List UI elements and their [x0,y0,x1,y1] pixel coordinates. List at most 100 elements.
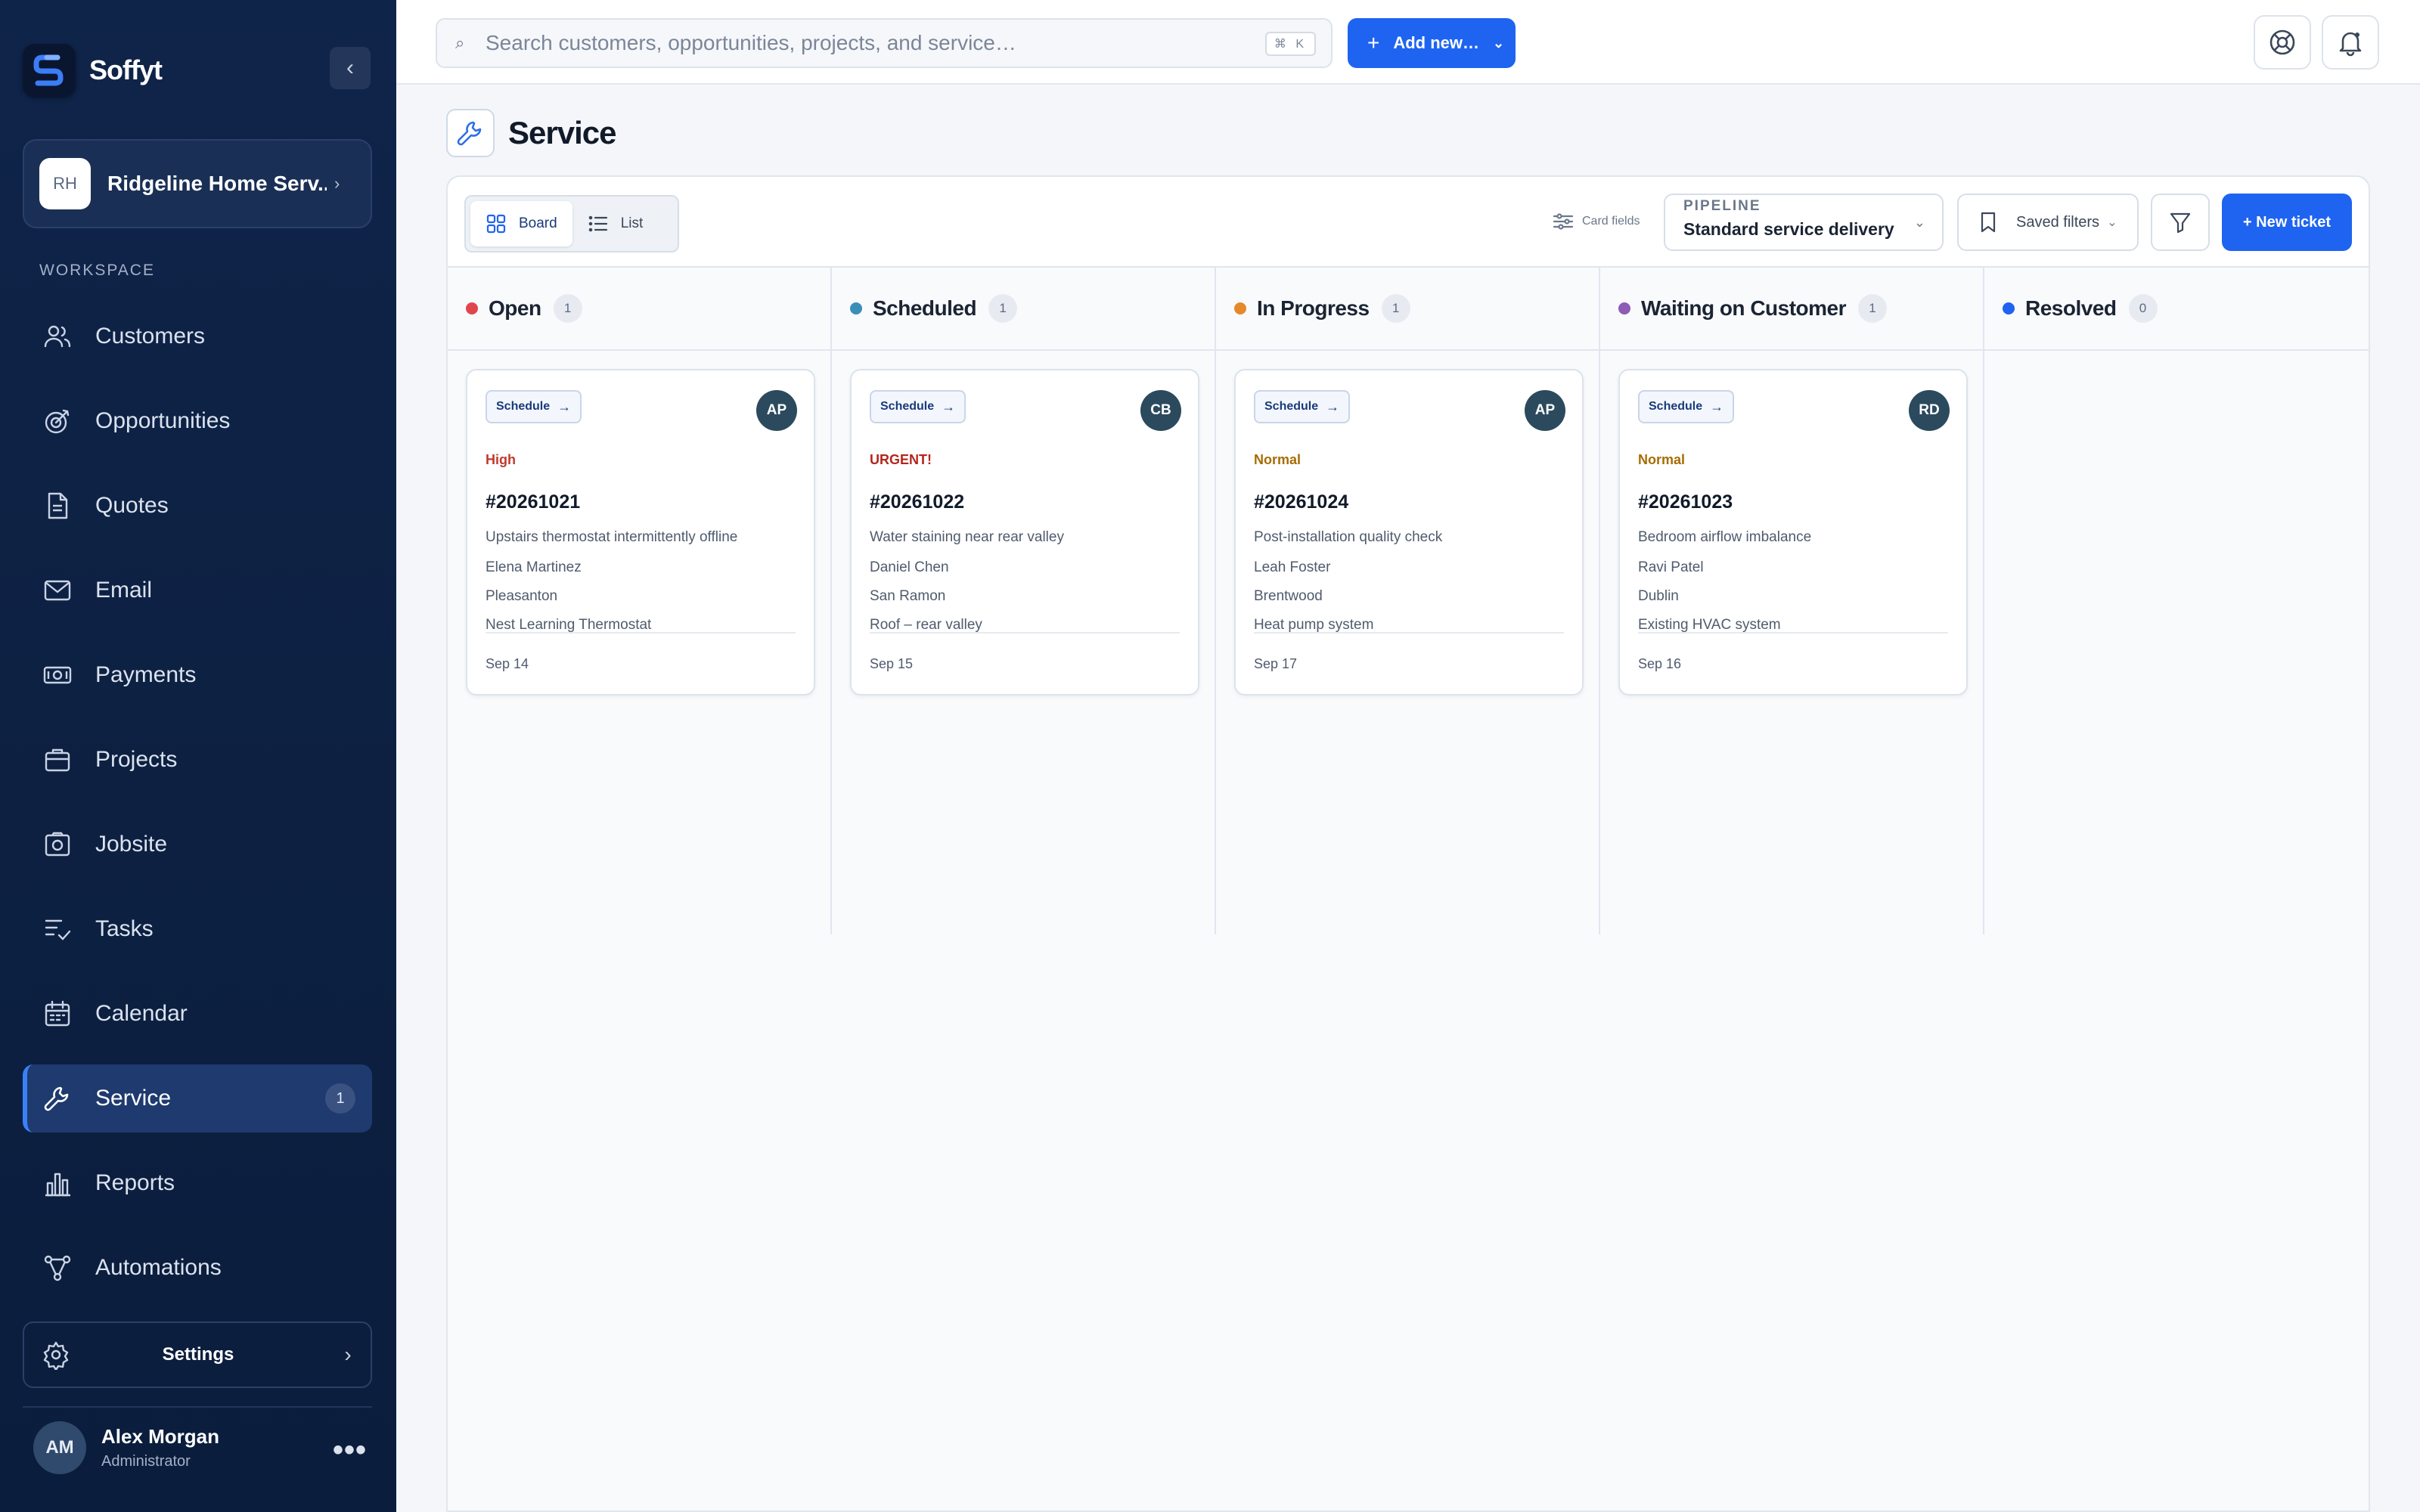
soffyt-logo-icon [23,44,76,97]
ticket-date: Sep 17 [1254,656,1298,671]
status-dot [850,302,862,314]
column-count: 1 [1381,294,1410,323]
avatar[interactable]: CB [1140,390,1181,431]
list-icon [588,215,607,232]
ticket-card[interactable]: Schedule → RD Normal #20261023 Bedroom ai… [1618,369,1968,696]
ticket-asset: Roof – rear valley [870,617,982,633]
schedule-label: Schedule [1264,400,1319,413]
org-switcher[interactable]: RH Ridgeline Home Serv... › [23,139,372,228]
app-name: Soffyt [89,54,163,85]
ticket-date: Sep 16 [1638,656,1682,671]
plus-icon: + [1367,31,1380,54]
user-profile[interactable]: AM Alex Morgan Administrator [33,1421,219,1474]
org-avatar: RH [39,158,91,209]
sidebar-item-opportunities[interactable]: Opportunities [23,387,372,455]
status-dot [1618,302,1630,314]
avatar[interactable]: AP [1525,390,1565,431]
ticket-city: San Ramon [870,588,946,604]
schedule-button[interactable]: Schedule → [1254,390,1351,423]
list-view-label: List [620,215,644,231]
ticket-summary: Upstairs thermostat intermittently offli… [486,529,738,545]
ticket-card[interactable]: Schedule → AP Normal #20261024 Post-insta… [1234,369,1584,696]
sidebar-item-service[interactable]: Service 1 [23,1064,372,1132]
column-title: Resolved [2025,296,2117,320]
help-button[interactable] [2254,15,2311,70]
sidebar-item-customers[interactable]: Customers [23,302,372,370]
divider [23,1406,372,1408]
page-header: Service [446,109,616,157]
sidebar-item-projects[interactable]: Projects [23,726,372,794]
camera-icon [45,832,70,857]
schedule-button[interactable]: Schedule → [1638,390,1735,423]
column-header: Open 1 [448,268,830,351]
column-count: 1 [988,294,1018,323]
chevron-down-icon: ⌄ [2107,216,2118,229]
schedule-button[interactable]: Schedule → [870,390,966,423]
schedule-button[interactable]: Schedule → [486,390,582,423]
column-waiting-on-customer: Waiting on Customer 1 Schedule → RD Norma… [1600,268,1984,934]
board-view-label: Board [519,215,557,231]
pipeline-value: Standard service delivery [1683,219,1894,239]
filter-icon [2170,212,2191,234]
ticket-card[interactable]: Schedule → AP High #20261021 Upstairs the… [466,369,815,696]
document-icon [48,492,68,519]
column-header: In Progress 1 [1216,268,1599,351]
sidebar-item-jobsite[interactable]: Jobsite [23,810,372,878]
sidebar-item-label: Quotes [95,493,169,518]
sidebar-item-email[interactable]: Email [23,556,372,624]
settings-button[interactable]: Settings › [23,1321,372,1388]
sidebar-item-quotes[interactable]: Quotes [23,472,372,540]
sidebar-item-automations[interactable]: Automations [23,1234,372,1302]
pipeline-select[interactable]: PIPELINE Standard service delivery ⌄ [1664,194,1944,251]
ticket-summary: Bedroom airflow imbalance [1638,529,1812,545]
top-bar: ⌕ ⌘ K + Add new… ⌄ [396,0,2420,85]
filter-button[interactable] [2151,194,2210,251]
avatar[interactable]: AP [756,390,797,431]
org-name: Ridgeline Home Serv... [107,172,327,195]
arrow-right-icon: → [1326,398,1340,414]
sidebar-item-label: Email [95,578,153,603]
divider [1638,632,1948,634]
global-search[interactable]: ⌕ ⌘ K [436,18,1333,68]
column-header: Scheduled 1 [832,268,1215,351]
ticket-id: #20261023 [1638,491,1733,513]
avatar[interactable]: RD [1909,390,1950,431]
list-view-button[interactable]: List [572,201,659,246]
grid-icon [486,214,506,234]
column-in-progress: In Progress 1 Schedule → AP Normal #20261… [1216,268,1600,934]
sidebar-item-label: Calendar [95,1001,188,1026]
new-ticket-button[interactable]: + New ticket [2222,194,2352,251]
ticket-id: #20261021 [486,491,581,513]
search-input[interactable] [486,31,1242,55]
ticket-asset: Nest Learning Thermostat [486,617,652,633]
board-view-button[interactable]: Board [470,201,572,246]
chevron-right-icon: › [344,1343,352,1366]
sidebar-item-payments[interactable]: Payments [23,641,372,709]
arrow-right-icon: → [942,398,956,414]
collapse-sidebar-button[interactable]: ‹ [330,47,371,89]
arrow-right-icon: → [1710,398,1724,414]
sidebar-item-label: Automations [95,1255,222,1280]
column-scheduled: Scheduled 1 Schedule → CB URGENT! #202610… [832,268,1216,934]
ticket-city: Pleasanton [486,588,558,604]
notifications-button[interactable] [2322,15,2379,70]
calendar-icon [45,1000,70,1027]
briefcase-icon [45,748,70,772]
wrench-icon [44,1086,69,1111]
card-fields-button[interactable]: Card fields [1552,210,1640,233]
sidebar-item-calendar[interactable]: Calendar [23,980,372,1048]
service-board: Board List Card fields PIPELINE Standard… [446,175,2370,1512]
ticket-id: #20261024 [1254,491,1349,513]
add-new-button[interactable]: + Add new… ⌄ [1348,18,1516,68]
settings-label: Settings [162,1344,234,1365]
sidebar-item-reports[interactable]: Reports [23,1149,372,1217]
sidebar-item-tasks[interactable]: Tasks [23,895,372,963]
ticket-card[interactable]: Schedule → CB URGENT! #20261022 Water sta… [850,369,1199,696]
more-options-icon[interactable]: ••• [333,1433,367,1467]
brand[interactable]: Soffyt [23,44,163,97]
search-icon: ⌕ [455,33,465,52]
sidebar-item-label: Payments [95,662,197,687]
saved-filters-button[interactable]: Saved filters ⌄ [1957,194,2139,251]
workspace-section-label: WORKSPACE [39,262,155,279]
ticket-city: Brentwood [1254,588,1323,604]
